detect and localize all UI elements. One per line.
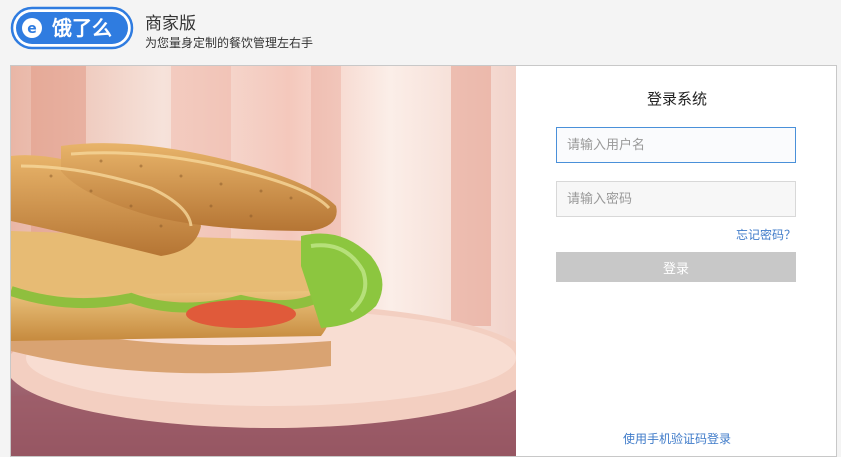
brand-title: 商家版 [145, 14, 196, 34]
brand-subtitle: 为您量身定制的餐饮管理左右手 [145, 36, 314, 50]
password-input[interactable] [556, 181, 796, 217]
login-title: 登录系统 [646, 90, 707, 108]
logo-text: 饿了么 [51, 16, 112, 40]
login-container: 登录系统 忘记密码？ 登录 使用手机验证码登录 [10, 65, 837, 457]
svg-text:e: e [27, 21, 37, 37]
login-panel: 登录系统 忘记密码？ 登录 使用手机验证码登录 [516, 66, 836, 456]
username-input[interactable] [556, 127, 796, 163]
login-button[interactable]: 登录 [556, 252, 796, 282]
eleme-logo: e 饿了么 [10, 6, 134, 50]
sandwich-photo [11, 66, 516, 456]
sms-login-link[interactable]: 使用手机验证码登录 [516, 430, 836, 447]
forgot-password-link[interactable]: 忘记密码？ [736, 226, 796, 243]
app-header: e 饿了么 商家版 为您量身定制的餐饮管理左右手 [0, 0, 841, 62]
